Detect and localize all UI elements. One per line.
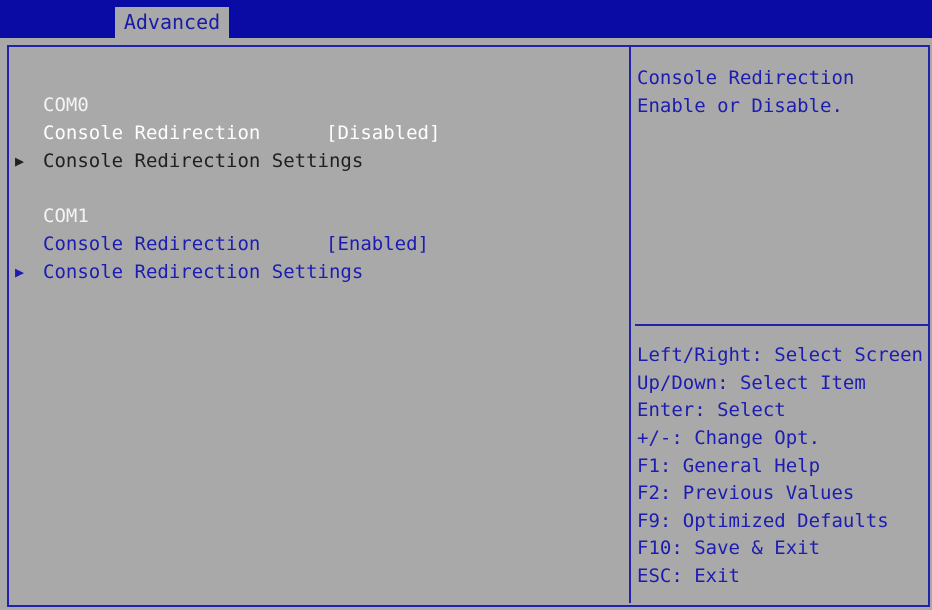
help-description-line-2: Enable or Disable. bbox=[637, 95, 843, 117]
menu-bar: Advanced bbox=[0, 0, 932, 38]
com1-heading: COM1 bbox=[43, 205, 89, 227]
com0-console-redirection-value[interactable]: [Disabled] bbox=[326, 122, 440, 144]
key-hint: Left/Right: Select Screen bbox=[637, 344, 923, 366]
help-description-line-1: Console Redirection bbox=[637, 67, 855, 89]
com0-console-redirection-settings[interactable]: Console Redirection Settings bbox=[43, 150, 363, 172]
key-hint: F9: Optimized Defaults bbox=[637, 510, 889, 532]
com1-console-redirection-settings[interactable]: Console Redirection Settings bbox=[43, 261, 363, 283]
key-hint: F2: Previous Values bbox=[637, 482, 855, 504]
key-hint: F1: General Help bbox=[637, 455, 821, 477]
key-hint: Enter: Select bbox=[637, 399, 786, 421]
com0-heading: COM0 bbox=[43, 94, 89, 116]
com1-console-redirection-label[interactable]: Console Redirection bbox=[43, 233, 260, 255]
tab-advanced[interactable]: Advanced bbox=[115, 7, 229, 38]
key-hint: F10: Save & Exit bbox=[637, 537, 821, 559]
key-hint: Up/Down: Select Item bbox=[637, 372, 866, 394]
help-divider bbox=[635, 324, 928, 326]
panel-divider bbox=[629, 47, 631, 603]
submenu-arrow-icon: ▶ bbox=[15, 152, 25, 170]
com0-console-redirection-label[interactable]: Console Redirection bbox=[43, 122, 260, 144]
submenu-arrow-icon: ▶ bbox=[15, 263, 25, 281]
key-hint: ESC: Exit bbox=[637, 565, 740, 587]
key-hint: +/-: Change Opt. bbox=[637, 427, 821, 449]
com1-console-redirection-value[interactable]: [Enabled] bbox=[326, 233, 429, 255]
